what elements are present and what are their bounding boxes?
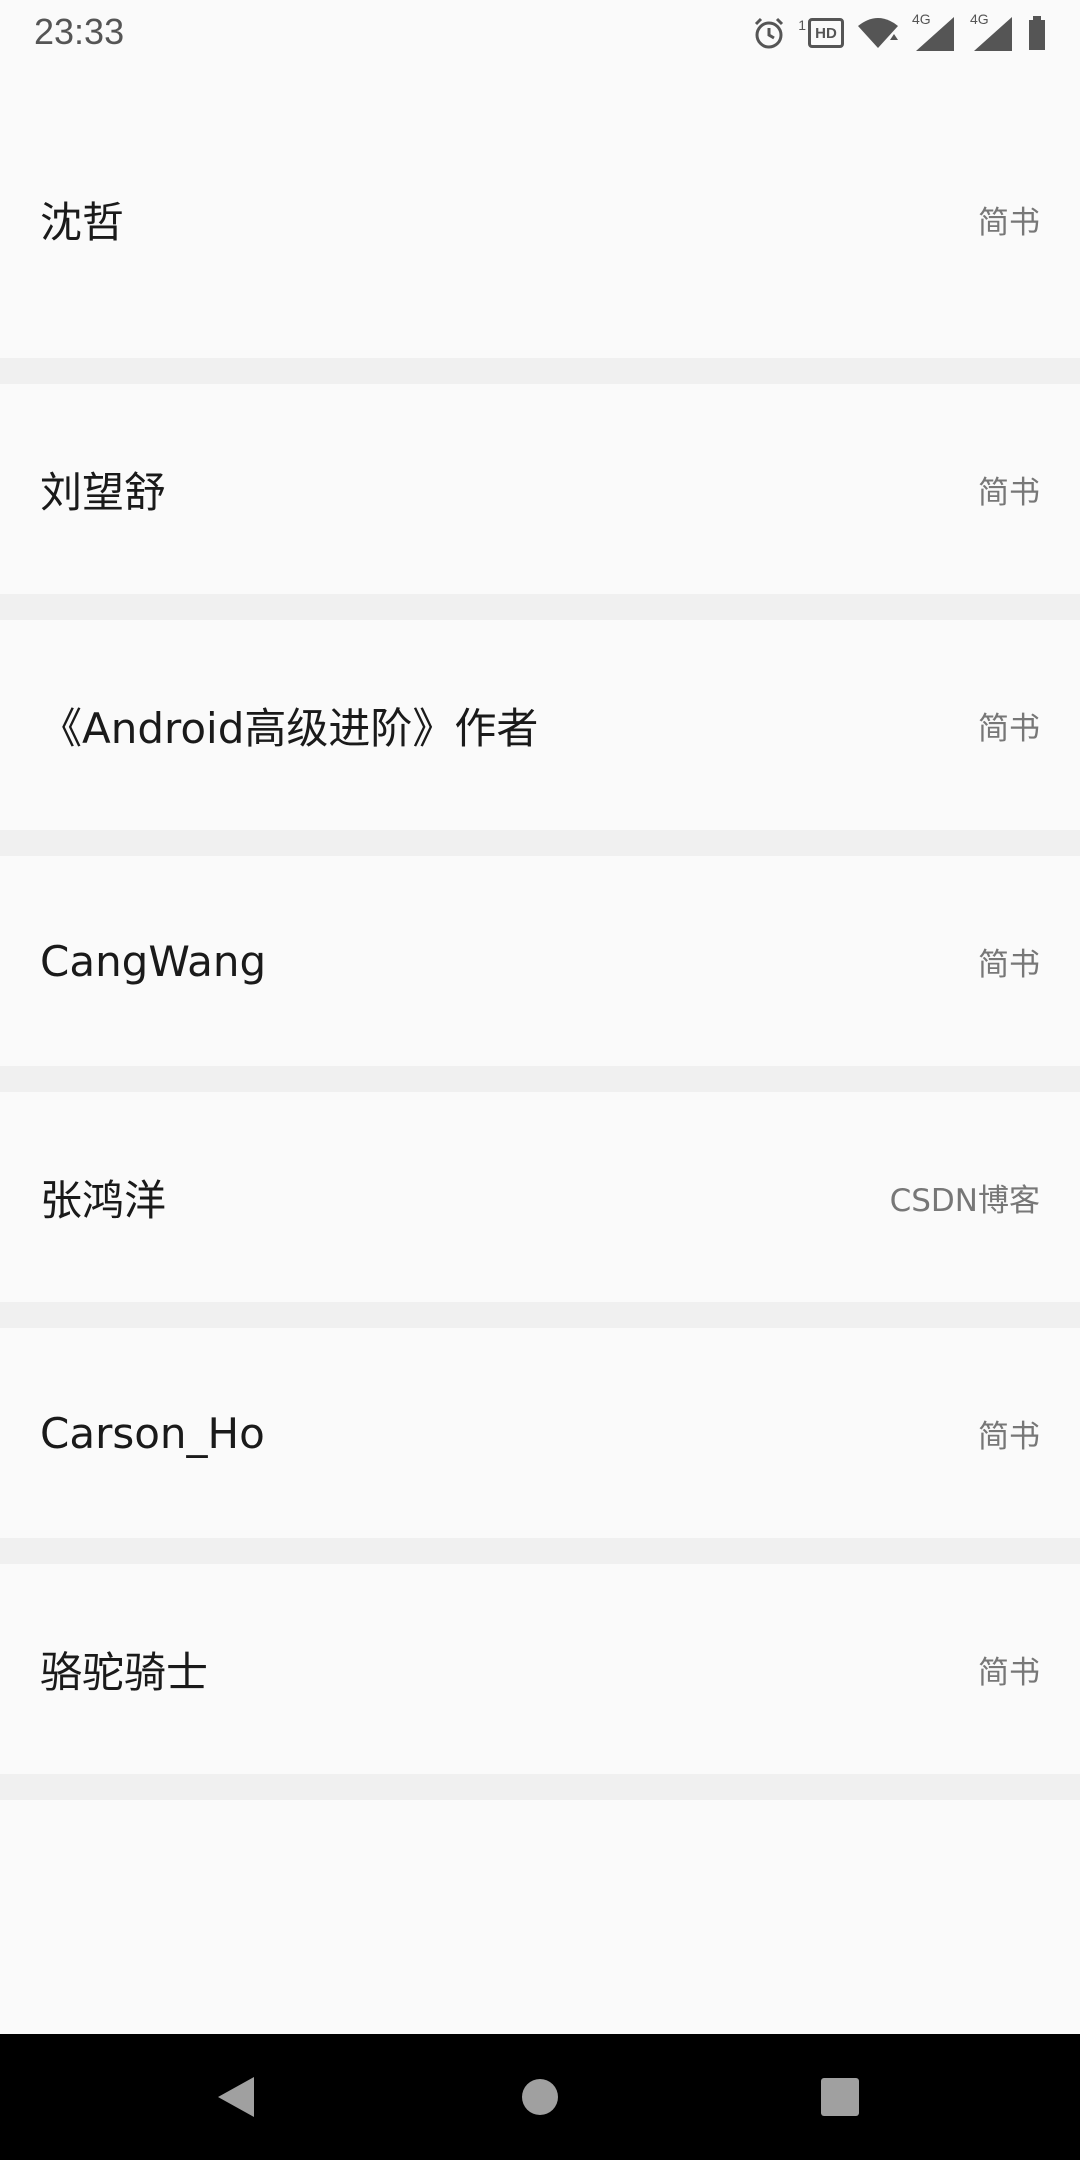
divider [0, 1302, 1080, 1328]
recents-icon [821, 2078, 859, 2116]
divider [0, 594, 1080, 620]
home-icon [522, 2079, 558, 2115]
alarm-icon [752, 16, 786, 50]
item-source: 简书 [978, 710, 1040, 747]
item-source: 简书 [978, 1654, 1040, 1691]
divider [0, 830, 1080, 856]
divider [0, 1774, 1080, 1800]
item-name: 张鸿洋 [40, 1175, 167, 1225]
list-item[interactable]: Carson_Ho 简书 [0, 1328, 1080, 1538]
battery-icon [1028, 16, 1046, 50]
item-source: 简书 [978, 474, 1040, 511]
divider [0, 1538, 1080, 1564]
back-icon [218, 2077, 254, 2117]
recents-button[interactable] [760, 2034, 920, 2160]
status-bar: 23:33 1 HD 4G 4G [0, 0, 1080, 66]
list-item[interactable]: 沈哲 简书 [0, 114, 1080, 324]
item-source: CSDN博客 [889, 1182, 1040, 1219]
item-source: 简书 [978, 946, 1040, 983]
list-item[interactable]: CangWang 简书 [0, 856, 1080, 1066]
item-source: 简书 [978, 204, 1040, 241]
home-button[interactable] [460, 2034, 620, 2160]
item-name: 《Android高级进阶》作者 [40, 703, 539, 753]
divider [0, 1066, 1080, 1092]
signal-4g-icon: 4G [970, 11, 1016, 53]
signal-4g-icon: 4G [912, 11, 958, 53]
list-item[interactable]: 张鸿洋 CSDN博客 [0, 1092, 1080, 1302]
status-icons: 1 HD 4G 4G [752, 10, 1046, 56]
hd-label: HD [815, 24, 837, 42]
list-item[interactable]: 刘望舒 简书 [0, 384, 1080, 594]
item-name: CangWang [40, 936, 267, 986]
item-name: 刘望舒 [40, 467, 167, 517]
list-item[interactable]: 骆驼骑士 简书 [0, 1564, 1080, 1774]
wifi-icon [856, 16, 900, 50]
status-time: 23:33 [34, 11, 125, 52]
item-source: 简书 [978, 1418, 1040, 1455]
divider [0, 358, 1080, 384]
hd-icon: 1 HD [798, 18, 844, 48]
item-name: 沈哲 [40, 197, 125, 247]
navigation-bar [0, 2034, 1080, 2160]
sim-label: 1 [798, 17, 806, 33]
list-item[interactable]: 《Android高级进阶》作者 简书 [0, 620, 1080, 830]
item-name: 骆驼骑士 [40, 1647, 209, 1697]
back-button[interactable] [156, 2034, 316, 2160]
item-name: Carson_Ho [40, 1408, 265, 1458]
